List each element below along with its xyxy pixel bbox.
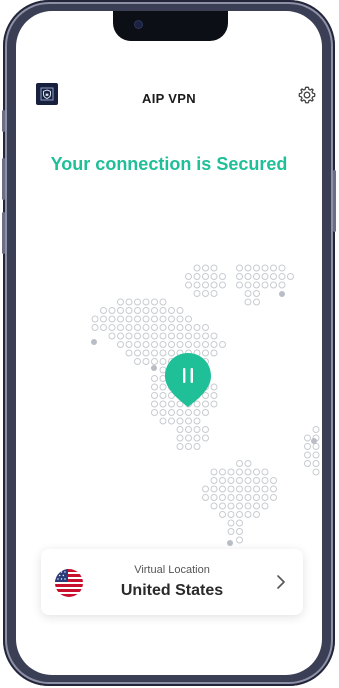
- location-pin-pause-icon[interactable]: [163, 351, 213, 409]
- power-button: [333, 170, 336, 232]
- notch: [113, 11, 228, 41]
- virtual-location-card[interactable]: Virtual Location United States: [41, 549, 303, 615]
- camera-icon: [135, 21, 142, 28]
- app-screen: AIP VPN Your connection is Secured Virtu…: [16, 11, 322, 675]
- gear-icon[interactable]: [296, 84, 318, 106]
- chevron-right-icon[interactable]: [275, 574, 287, 590]
- volume-down-button: [2, 212, 5, 254]
- mute-switch: [2, 110, 5, 132]
- virtual-location-value: United States: [120, 582, 224, 599]
- phone-frame: AIP VPN Your connection is Secured Virtu…: [2, 0, 336, 686]
- app-title: AIP VPN: [142, 91, 196, 106]
- volume-up-button: [2, 158, 5, 200]
- virtual-location-label: Virtual Location: [134, 564, 210, 576]
- connection-status: Your connection is Secured: [50, 154, 288, 174]
